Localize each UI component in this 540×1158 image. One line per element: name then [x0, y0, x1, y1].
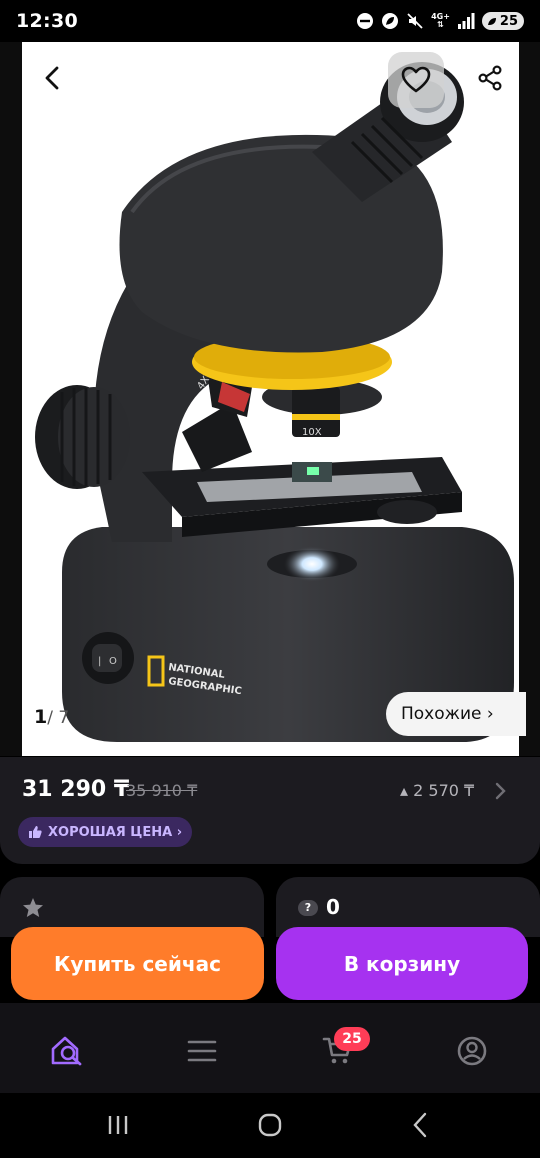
- image-counter: 1/ 7: [34, 706, 69, 728]
- microscope-product-image[interactable]: | O NATIONAL GEOGRAPHIC 4X 10X: [22, 42, 519, 756]
- gallery-edge-right: [519, 42, 540, 756]
- mute-icon: [407, 13, 423, 29]
- catalog-icon: [187, 1040, 217, 1062]
- objective-label-right: 10X: [302, 427, 322, 438]
- installment-price: ▴ 2 570 ₸: [400, 781, 475, 800]
- question-icon: ?: [298, 900, 318, 916]
- signal-icon: [457, 13, 475, 29]
- heart-icon: [401, 66, 431, 93]
- back-arrow-icon: [45, 66, 59, 90]
- network-icon: 4G+ ⇅: [431, 12, 450, 29]
- system-navigation-bar: [0, 1093, 540, 1158]
- image-counter-current: 1: [34, 706, 48, 728]
- gallery-edge-left: [0, 42, 22, 756]
- recent-apps-icon: [108, 1116, 128, 1134]
- nav-home[interactable]: [47, 1031, 87, 1071]
- home-circle-icon: [258, 1113, 282, 1137]
- bottom-nav: [0, 1003, 540, 1093]
- favorite-button[interactable]: [388, 52, 444, 108]
- star-icon: [23, 898, 43, 917]
- questions-count: 0: [326, 895, 340, 919]
- share-button[interactable]: [470, 58, 510, 98]
- similar-button[interactable]: Похожие ›: [386, 692, 526, 736]
- product-gallery[interactable]: | O NATIONAL GEOGRAPHIC 4X 10X: [22, 42, 519, 756]
- svg-text:|: |: [98, 656, 101, 667]
- system-back-button[interactable]: [400, 1107, 440, 1143]
- buy-now-button[interactable]: Купить сейчас: [11, 927, 264, 1000]
- battery-saver-icon: [487, 18, 496, 25]
- recent-apps-button[interactable]: [98, 1107, 138, 1143]
- battery-icon: 25: [481, 12, 524, 30]
- svg-text:O: O: [109, 656, 117, 667]
- thumbs-up-icon: [29, 826, 42, 838]
- share-icon: [478, 65, 502, 91]
- home-button[interactable]: [250, 1107, 290, 1143]
- price-card: 31 290 ₸ 35 910 ₸ ▴ 2 570 ₸ ХОРОШАЯ ЦЕНА…: [0, 757, 540, 864]
- status-time: 12:30: [16, 10, 78, 32]
- good-price-label: ХОРОШАЯ ЦЕНА ›: [48, 824, 183, 840]
- profile-icon: [457, 1036, 487, 1066]
- installment-link[interactable]: ▴ 2 570 ₸: [400, 781, 474, 800]
- cart-badge: 25: [334, 1027, 370, 1051]
- system-back-icon: [413, 1112, 427, 1138]
- battery-level: 25: [499, 13, 518, 29]
- chevron-right-icon[interactable]: [494, 781, 508, 801]
- back-button[interactable]: [32, 58, 72, 98]
- nav-catalog[interactable]: [182, 1031, 222, 1071]
- dnd-icon: [357, 13, 374, 29]
- add-to-cart-button[interactable]: В корзину: [276, 927, 528, 1000]
- home-search-icon: [51, 1036, 82, 1066]
- status-bar: 12:30 4G+ ⇅ 25: [0, 0, 540, 42]
- similar-label: Похожие ›: [401, 704, 494, 724]
- image-counter-total: / 7: [47, 708, 70, 728]
- old-price: 35 910 ₸: [126, 781, 198, 800]
- leaf-icon: [382, 13, 399, 29]
- status-icons: 4G+ ⇅ 25: [356, 12, 524, 30]
- good-price-badge[interactable]: ХОРОШАЯ ЦЕНА ›: [18, 817, 193, 847]
- nav-profile[interactable]: [452, 1031, 492, 1071]
- current-price: 31 290 ₸: [22, 777, 130, 802]
